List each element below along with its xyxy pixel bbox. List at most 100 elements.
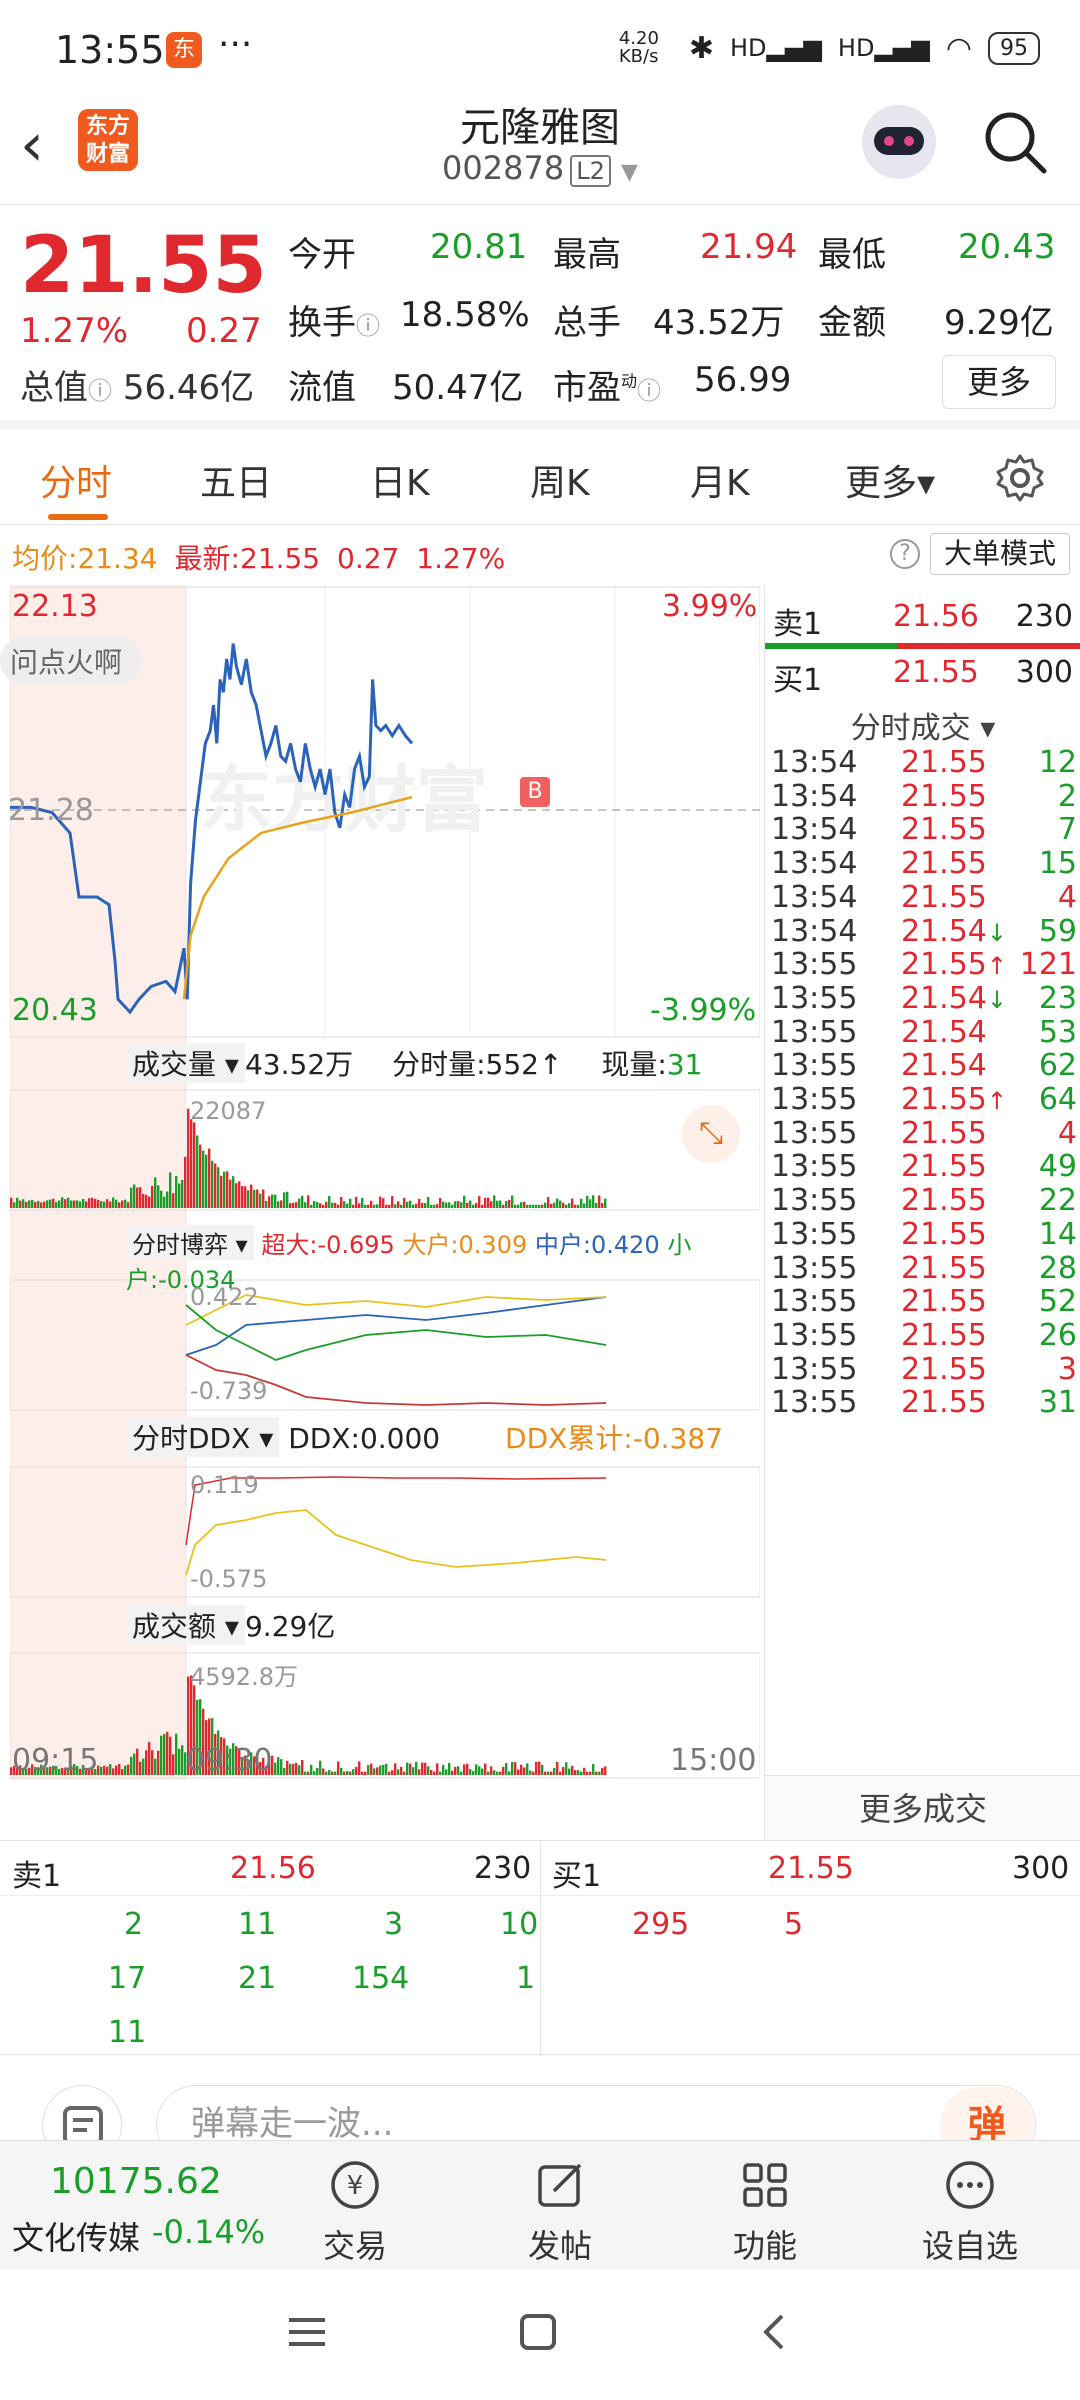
amount-bar	[274, 1762, 277, 1775]
volume-bar	[580, 1198, 583, 1208]
status-bar: 13:55 东 ··· 4.20 KB/s ✱ HD▂▄▆ HD▂▄▆ ◠ 95	[0, 0, 1080, 95]
sector-index[interactable]: 10175.62 文化传媒 -0.14%	[0, 2141, 265, 2271]
sell-queue-item: 1	[516, 1961, 536, 1996]
amount-bar	[406, 1762, 409, 1775]
volume-bar	[124, 1199, 127, 1208]
system-indicators: 4.20 KB/s ✱ HD▂▄▆ HD▂▄▆ ◠ 95	[619, 30, 1040, 66]
tab-monthly-k[interactable]: 月K	[690, 454, 750, 506]
volume-bar	[229, 1179, 232, 1208]
amount-bar	[481, 1768, 484, 1775]
volume-bar	[598, 1195, 601, 1208]
order-queue: 卖1 21.56 230 买1 21.55 300 2 11 3 10 17 21 154 1…	[0, 1840, 1080, 2056]
volume-bar	[61, 1197, 64, 1208]
volume-bar	[406, 1201, 409, 1208]
volume-bar	[490, 1201, 493, 1208]
time-axis-start: 09:15	[12, 1743, 99, 1778]
amount-bar	[145, 1750, 148, 1775]
more-trades-button[interactable]: 更多成交	[765, 1775, 1080, 1841]
nav-functions[interactable]: 功能	[700, 2149, 830, 2267]
volume-bar	[103, 1201, 106, 1208]
volume-bar	[463, 1195, 466, 1208]
volume-bar	[334, 1202, 337, 1208]
pe-label: 市盈动ⓘ	[553, 368, 662, 408]
help-icon[interactable]: ?	[890, 539, 920, 569]
volume-bar	[400, 1204, 403, 1208]
volume-bar	[166, 1191, 169, 1208]
volume-bar	[337, 1204, 340, 1208]
level2-badge[interactable]: L2	[570, 155, 611, 187]
tab-intraday[interactable]: 分时	[40, 454, 112, 506]
queue-sell-volume: 230	[474, 1851, 532, 1886]
system-nav-bar	[0, 2270, 1080, 2400]
amount-bar	[466, 1763, 469, 1775]
volume-bar	[37, 1200, 40, 1208]
grid-icon	[743, 2163, 787, 2207]
volume-bar	[505, 1200, 508, 1208]
volume-bar	[550, 1204, 553, 1208]
amount-bar	[331, 1771, 334, 1775]
amount-bar	[280, 1759, 283, 1775]
quote-panel: 21.55 1.27% 0.27 总值ⓘ 56.46亿 今开 20.81 最高 …	[0, 205, 1080, 430]
volume-bar	[382, 1198, 385, 1208]
amount-bar	[418, 1769, 421, 1775]
buy-queue-item: 5	[784, 1907, 804, 1942]
volume-bar	[331, 1202, 334, 1208]
tab-more[interactable]: 更多▾	[845, 454, 935, 506]
amount-max: 4592.8万	[190, 1663, 298, 1691]
robot-assistant-icon[interactable]	[862, 105, 936, 179]
volume-bar	[76, 1200, 79, 1208]
tab-daily-k[interactable]: 日K	[370, 454, 430, 506]
volume-bar	[304, 1202, 307, 1208]
stock-code: 002878	[442, 149, 565, 187]
volume-bar	[262, 1189, 265, 1208]
volume-bar	[67, 1197, 70, 1208]
volume-bar	[202, 1150, 205, 1208]
nav-post[interactable]: 发帖	[495, 2149, 625, 2267]
volume-bar	[589, 1199, 592, 1208]
tab-five-day[interactable]: 五日	[200, 454, 272, 506]
menu-icon[interactable]	[285, 2310, 329, 2354]
volume-bar	[439, 1198, 442, 1208]
amount-bar	[346, 1770, 349, 1775]
chevron-down-icon[interactable]: ▼	[621, 160, 638, 185]
amount-bar	[121, 1769, 124, 1775]
amount-bar	[514, 1762, 517, 1775]
game-dropdown[interactable]: 分时博弈 ▾	[126, 1225, 254, 1260]
volume-bar	[274, 1194, 277, 1208]
more-quote-button[interactable]: 更多	[942, 355, 1056, 409]
volume-bar	[82, 1198, 85, 1208]
volume-bar	[520, 1202, 523, 1208]
nav-add-watchlist[interactable]: 设自选	[905, 2149, 1035, 2267]
volume-bar	[208, 1148, 211, 1208]
sell-queue-item: 11	[238, 1907, 277, 1942]
gear-icon[interactable]	[994, 452, 1046, 504]
nav-trade[interactable]: ¥ 交易	[290, 2149, 420, 2267]
big-order-mode-button[interactable]: 大单模式	[930, 533, 1070, 575]
amount-dropdown[interactable]: 成交额 ▾	[126, 1605, 245, 1645]
amount-bar	[571, 1765, 574, 1775]
amount-bar	[484, 1763, 487, 1775]
back-nav-icon[interactable]	[752, 2310, 796, 2354]
volume-dropdown[interactable]: 成交量 ▾	[126, 1043, 245, 1083]
search-icon[interactable]	[982, 109, 1048, 175]
turnover-label: 换手ⓘ	[288, 303, 380, 343]
buy-marker[interactable]: B	[520, 777, 550, 807]
amount-bar	[559, 1771, 562, 1775]
trades-dropdown[interactable]: 分时成交 ▾	[765, 703, 1080, 747]
amount-bar	[421, 1762, 424, 1775]
amount-bar	[589, 1771, 592, 1775]
expand-icon[interactable]: ⤡	[682, 1105, 740, 1163]
volume-bar	[574, 1204, 577, 1208]
ddx-dropdown[interactable]: 分时DDX ▾	[126, 1417, 280, 1457]
volume-bar	[271, 1194, 274, 1208]
volume-bar	[244, 1186, 247, 1208]
tab-weekly-k[interactable]: 周K	[530, 454, 590, 506]
amount-bar	[547, 1771, 550, 1775]
intraday-chart[interactable]: 东方财富 22.13 21.28 20.43 3.99% -3.99% 问点火啊…	[0, 585, 761, 1780]
sector-index-value: 10175.62	[50, 2161, 222, 2202]
volume-bar	[109, 1201, 112, 1208]
back-button[interactable]: ‹	[20, 115, 44, 175]
volume-bar	[445, 1202, 448, 1208]
amount-bar	[157, 1750, 160, 1775]
home-icon[interactable]	[516, 2310, 560, 2354]
